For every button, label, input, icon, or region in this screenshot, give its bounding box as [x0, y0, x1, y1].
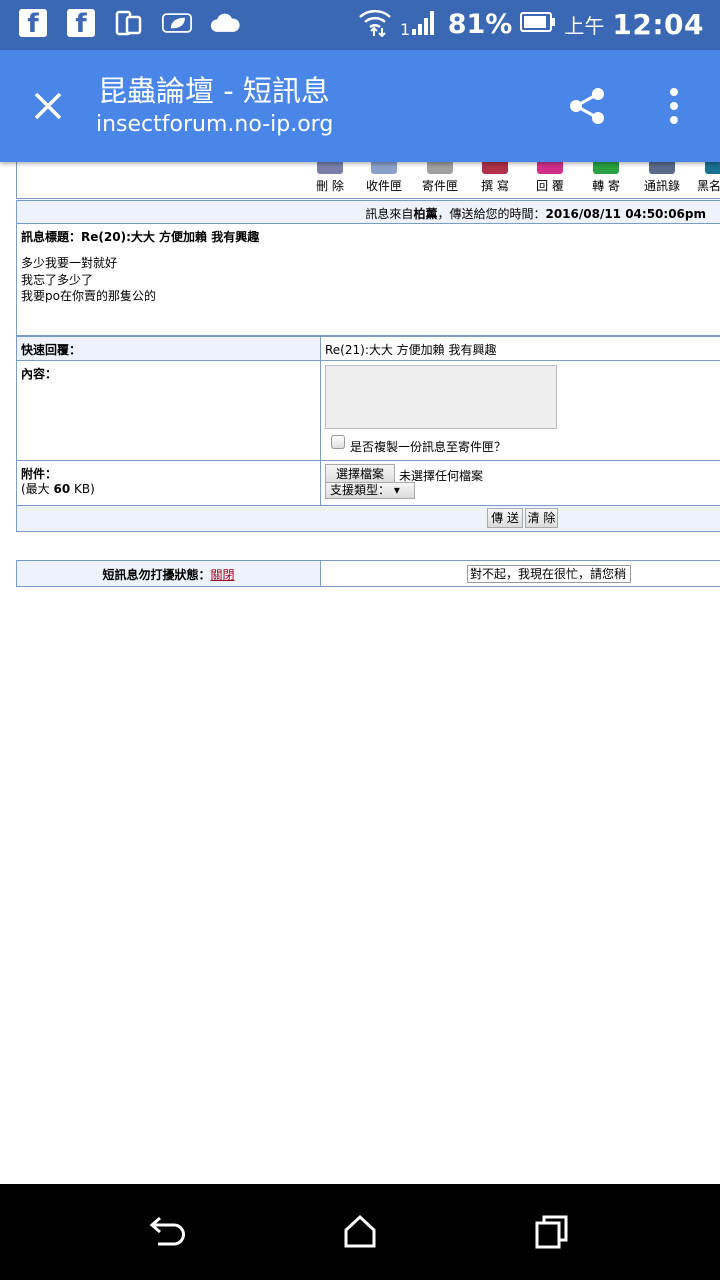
toolbar-compose[interactable]: 撰 寫	[468, 162, 522, 199]
support-types-select[interactable]: 支援類型： ▾	[325, 482, 415, 499]
share-icon[interactable]	[566, 84, 610, 128]
battery-icon	[520, 11, 556, 37]
webview-content: 刪 除 收件匣 寄件匣 撰 寫 回 覆 轉 寄 通訊錄 黑名 訊息來自柏薰，傳送…	[0, 162, 720, 1184]
message-header: 訊息來自柏薰，傳送給您的時間：2016/08/11 04:50:06pm	[16, 200, 720, 224]
subject-text: Re(20):大大 方便加賴 我有興趣	[81, 230, 260, 244]
dnd-label: 短訊息勿打擾狀態：	[102, 568, 211, 582]
dnd-message-input[interactable]: 對不起，我現在很忙，請您稍	[467, 565, 631, 583]
phone-tablet-icon	[114, 8, 144, 38]
toolbar-address-book[interactable]: 通訊錄	[635, 162, 689, 199]
dnd-status-table: 短訊息勿打擾狀態：關閉 對不起，我現在很忙，請您稍	[16, 560, 720, 587]
content-label: 內容：	[21, 367, 58, 381]
delete-icon	[317, 162, 343, 174]
toolbar-label: 撰 寫	[481, 179, 509, 193]
leaf-icon	[162, 8, 192, 38]
choose-file-button[interactable]: 選擇檔案	[325, 464, 395, 484]
sent-time: 2016/08/11 04:50:06pm	[545, 207, 706, 221]
page-url: insectforum.no-ip.org	[96, 112, 334, 137]
toolbar-delete[interactable]: 刪 除	[303, 162, 357, 199]
navigation-bar	[0, 1184, 720, 1280]
message-meta: 訊息來自柏薰，傳送給您的時間：2016/08/11 04:50:06pm	[365, 205, 706, 222]
chevron-down-icon: ▾	[393, 483, 400, 497]
toolbar-blacklist[interactable]: 黑名	[691, 162, 720, 199]
status-bar: f f 1 81% 上午 12:04	[0, 0, 720, 50]
attachment-max-size: (最大 60 KB)	[21, 480, 95, 497]
dnd-label-cell: 短訊息勿打擾狀態：關閉	[17, 561, 321, 586]
attachment-label-cell: 附件： (最大 60 KB)	[17, 461, 321, 505]
quick-reply-row: 快速回覆： Re(21):大大 方便加賴 我有興趣	[17, 337, 720, 361]
from-prefix: 訊息來自	[365, 207, 414, 221]
content-textarea[interactable]	[325, 365, 557, 429]
svg-text:1: 1	[400, 20, 410, 37]
clear-button[interactable]: 清 除	[525, 508, 558, 528]
max-size-prefix: (最大	[21, 482, 54, 496]
toolbar-label: 轉 寄	[592, 179, 620, 193]
cloud-icon	[210, 8, 240, 38]
message-line: 我忘了多少了	[21, 272, 94, 287]
compose-icon	[482, 162, 508, 174]
facebook-icon: f	[66, 8, 96, 39]
toolbar-label: 黑名	[697, 179, 720, 193]
toolbar-label: 回 覆	[536, 179, 564, 193]
reply-icon	[537, 162, 563, 174]
blacklist-icon	[705, 162, 720, 174]
close-icon[interactable]	[26, 84, 70, 128]
more-options-icon[interactable]	[660, 84, 688, 128]
toolbar-forward[interactable]: 轉 寄	[579, 162, 633, 199]
quick-reply-form: 快速回覆： Re(21):大大 方便加賴 我有興趣 內容： 是否複製一份訊息至寄…	[16, 336, 720, 506]
facebook-icon: f	[18, 8, 48, 39]
send-row: 傳 送 清 除	[16, 506, 720, 532]
content-row: 內容： 是否複製一份訊息至寄件匣？	[17, 361, 720, 461]
dnd-state-link[interactable]: 關閉	[211, 568, 235, 582]
message-body: 多少我要一對就好 我忘了多少了 我要po在你賣的那隻公的	[21, 255, 156, 305]
battery-percent: 81%	[447, 8, 513, 40]
toolbar-inbox[interactable]: 收件匣	[357, 162, 411, 199]
quick-reply-subject: Re(21):大大 方便加賴 我有興趣	[325, 343, 497, 357]
send-button[interactable]: 傳 送	[487, 508, 523, 528]
address-book-icon	[649, 162, 675, 174]
support-types-label: 支援類型：	[330, 483, 391, 497]
toolbar-label: 寄件匣	[421, 179, 458, 193]
attachment-row: 附件： (最大 60 KB) 選擇檔案 未選擇任何檔案 支援類型： ▾	[17, 461, 720, 506]
back-icon[interactable]	[148, 1214, 188, 1254]
home-icon[interactable]	[342, 1214, 378, 1254]
app-bar: 昆蟲論壇 - 短訊息 insectforum.no-ip.org	[0, 50, 720, 162]
subject-label: 訊息標題：	[21, 230, 82, 244]
recent-apps-icon[interactable]	[534, 1214, 570, 1254]
message-line: 我要po在你賣的那隻公的	[21, 289, 156, 303]
inbox-icon	[371, 162, 397, 174]
max-size-value: 60	[53, 482, 71, 496]
toolbar-outbox[interactable]: 寄件匣	[413, 162, 467, 199]
sender-name: 柏薰	[413, 207, 438, 221]
outbox-icon	[427, 162, 453, 174]
page-title: 昆蟲論壇 - 短訊息	[98, 74, 330, 108]
max-size-suffix: KB)	[70, 482, 95, 496]
message-content: 訊息標題：Re(20):大大 方便加賴 我有興趣 多少我要一對就好 我忘了多少了…	[16, 224, 720, 336]
quick-reply-label: 快速回覆：	[21, 343, 82, 357]
toolbar-label: 刪 除	[316, 179, 344, 193]
signal-icon: 1	[400, 7, 440, 41]
message-line: 多少我要一對就好	[21, 256, 118, 270]
copy-to-outbox-label: 是否複製一份訊息至寄件匣？	[350, 440, 507, 454]
sent-prefix: ，傳送給您的時間：	[437, 207, 546, 221]
toolbar-label: 收件匣	[365, 179, 402, 193]
toolbar-reply[interactable]: 回 覆	[523, 162, 577, 199]
clock-time: 12:04	[612, 7, 704, 41]
quick-reply-label-cell: 快速回覆：	[17, 337, 321, 360]
clock-ampm: 上午	[564, 13, 605, 38]
wifi-icon	[358, 7, 392, 41]
content-label-cell: 內容：	[17, 361, 321, 460]
copy-to-outbox-checkbox[interactable]	[331, 435, 345, 449]
message-subject: 訊息標題：Re(20):大大 方便加賴 我有興趣	[21, 228, 259, 245]
forward-icon	[593, 162, 619, 174]
toolbar-label: 通訊錄	[643, 179, 680, 193]
message-toolbar: 刪 除 收件匣 寄件匣 撰 寫 回 覆 轉 寄 通訊錄 黑名	[16, 162, 720, 199]
